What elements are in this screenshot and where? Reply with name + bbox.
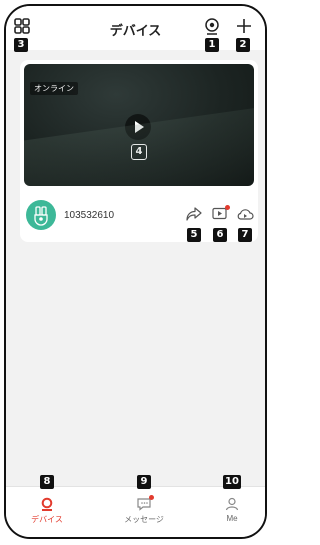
device-card[interactable]: オンライン 4 103532610 5 6 7: [20, 60, 258, 242]
device-avatar: [26, 200, 56, 230]
marker-2: 2: [236, 38, 250, 52]
add-device-icon[interactable]: [236, 18, 252, 34]
video-preview[interactable]: オンライン 4: [24, 64, 254, 186]
marker-1: 1: [205, 38, 219, 52]
marker-7: 7: [238, 228, 252, 242]
phone-frame: 3 デバイス 1 2 オンライン 4 103532610 5 6 7 8 デバイ…: [4, 4, 267, 539]
devices-tab-icon[interactable]: [40, 497, 54, 511]
marker-4: 4: [131, 144, 147, 160]
marker-9: 9: [137, 475, 151, 489]
marker-5: 5: [187, 228, 201, 242]
tab-me[interactable]: Me: [202, 514, 262, 523]
marker-6: 6: [213, 228, 227, 242]
profile-tab-icon[interactable]: [225, 497, 239, 511]
marker-3: 3: [14, 38, 28, 52]
marker-10: 10: [223, 475, 241, 489]
tab-messages[interactable]: メッセージ: [114, 514, 174, 525]
play-icon[interactable]: [125, 114, 151, 140]
online-status-badge: オンライン: [30, 82, 78, 95]
marker-8: 8: [40, 475, 54, 489]
messages-badge-dot: [149, 495, 154, 500]
share-icon[interactable]: [186, 207, 202, 221]
tab-devices[interactable]: デバイス: [17, 514, 77, 525]
device-name: 103532610: [64, 210, 115, 221]
camera-device-icon: [34, 206, 48, 226]
top-bar: 3 デバイス 1 2: [6, 6, 265, 52]
bottom-nav: 8 デバイス 9 メッセージ 10 Me: [6, 475, 265, 537]
page-title: デバイス: [109, 23, 162, 38]
cloud-icon[interactable]: [236, 207, 254, 221]
scan-camera-icon[interactable]: [204, 18, 220, 36]
notification-dot: [225, 205, 230, 210]
